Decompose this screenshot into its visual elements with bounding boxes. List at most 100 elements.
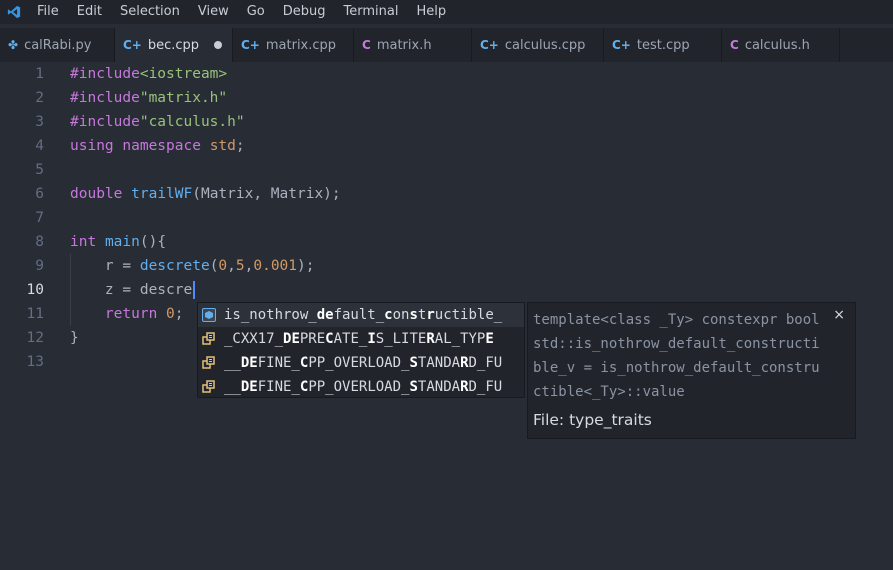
code-token: <iostream> [139, 66, 228, 82]
code-text: using namespace std; [70, 134, 245, 158]
label-segment: uctible_ [434, 307, 503, 323]
tab-test-cpp[interactable]: C+ test.cpp [604, 28, 722, 62]
tab-matrix-cpp[interactable]: C+ matrix.cpp [233, 28, 354, 62]
menu-file[interactable]: File [28, 0, 68, 24]
label-segment: FINE_ [257, 355, 300, 371]
code-token: (Matrix, Matrix); [192, 186, 341, 202]
line-number: 5 [35, 162, 44, 178]
code-token: ); [297, 258, 315, 274]
code-token: ; [174, 306, 184, 322]
label-segment: __ [224, 379, 241, 395]
code-line[interactable]: 4 using namespace std; [0, 134, 893, 158]
tab-bec-cpp[interactable]: C+ bec.cpp [115, 28, 233, 62]
label-segment: PP_OVERLOAD_ [308, 379, 410, 395]
label-segment: __ [224, 355, 241, 371]
menu-view[interactable]: View [189, 0, 238, 24]
match-highlight: s [409, 307, 418, 323]
text-cursor [193, 281, 196, 299]
tab-label: test.cpp [636, 37, 690, 53]
match-highlight: de [316, 307, 334, 323]
match-highlight: R [460, 355, 469, 371]
match-highlight: I [367, 331, 376, 347]
code-text: int main(){ [70, 230, 166, 254]
tab-label: bec.cpp [147, 37, 200, 53]
label-segment: TANDA [417, 379, 461, 395]
code-token: "matrix.h" [139, 90, 228, 106]
tab-label: calculus.cpp [504, 37, 586, 53]
code-text: return 0; [70, 302, 184, 326]
label-segment: D_FU [468, 379, 503, 395]
code-text: #include<iostream> [70, 62, 227, 86]
label-segment: AL_TYP [434, 331, 486, 347]
code-token: main [104, 234, 140, 250]
variable-icon [202, 308, 216, 322]
label-segment: PRE [299, 331, 326, 347]
menu-terminal[interactable]: Terminal [335, 0, 408, 24]
tab-calculus-cpp[interactable]: C+ calculus.cpp [472, 28, 604, 62]
code-text: double trailWF(Matrix, Matrix); [70, 182, 341, 206]
menu-edit[interactable]: Edit [68, 0, 111, 24]
code-token: (){ [139, 234, 167, 250]
code-line[interactable]: 8 int main(){ [0, 230, 893, 254]
menu-bar: File Edit Selection View Go Debug Terminal Help [0, 0, 893, 24]
cpp-icon: C+ [480, 38, 499, 52]
code-line[interactable]: 9 r = descrete(0,5,0.001); [0, 254, 893, 278]
suggest-widget: is_nothrow_default_constructible_ _CXX17_… [197, 302, 525, 398]
line-number: 6 [35, 186, 44, 202]
code-line[interactable]: 10 z = descre [0, 278, 893, 302]
suggest-details-panel: template<class _Ty> constexpr bool std::… [527, 302, 856, 439]
line-number: 13 [26, 354, 44, 370]
code-token: std [209, 138, 236, 154]
cpp-icon: C+ [241, 38, 260, 52]
code-line[interactable]: 1 #include<iostream> [0, 62, 893, 86]
tab-calculus-h[interactable]: Ccalculus.h [722, 28, 840, 62]
code-line[interactable]: 7 [0, 206, 893, 230]
constant-icon [202, 356, 216, 370]
suggestion-label: __DEFINE_CPP_OVERLOAD_STANDARD_FU [224, 351, 502, 375]
code-token: namespace [122, 138, 201, 154]
source-file-label: File: type_traits [533, 411, 652, 429]
code-text: #include"calculus.h" [70, 110, 245, 134]
code-token: r = [70, 258, 140, 274]
code-line[interactable]: 3 #include"calculus.h" [0, 110, 893, 134]
code-token: 0 [166, 306, 175, 322]
code-token: return [104, 306, 158, 322]
match-highlight: r [426, 307, 435, 323]
code-line[interactable]: 2 #include"matrix.h" [0, 86, 893, 110]
code-token: } [70, 330, 79, 346]
menu-debug[interactable]: Debug [274, 0, 335, 24]
line-number: 9 [35, 258, 44, 274]
vscode-logo-icon [0, 0, 28, 24]
code-token: 0.001 [253, 258, 298, 274]
line-number: 11 [26, 306, 44, 322]
menu-selection[interactable]: Selection [111, 0, 189, 24]
line-number: 4 [35, 138, 44, 154]
suggestion-item[interactable]: __DEFINE_CPP_OVERLOAD_STANDARD_FU [198, 375, 524, 399]
tab-label: matrix.h [376, 37, 432, 53]
code-token: #include [70, 90, 140, 106]
menu-go[interactable]: Go [238, 0, 274, 24]
match-highlight: DE [283, 331, 300, 347]
label-segment: ATE_ [333, 331, 368, 347]
line-number: 7 [35, 210, 44, 226]
suggestion-item[interactable]: is_nothrow_default_constructible_ [198, 303, 524, 327]
line-number: 10 [26, 282, 44, 298]
label-segment: _CXX17_ [224, 331, 284, 347]
code-token: trailWF [131, 186, 193, 202]
unsaved-dot-icon[interactable] [214, 41, 222, 49]
tab-calrabi-py[interactable]: ✤ calRabi.py [0, 28, 115, 62]
tab-bar: ✤ calRabi.py C+ bec.cpp C+ matrix.cpp Cmatrix.… [0, 28, 893, 62]
code-token: int [70, 234, 97, 250]
tab-matrix-h[interactable]: Cmatrix.h [354, 28, 472, 62]
code-token: 0 [218, 258, 228, 274]
suggestion-item[interactable]: __DEFINE_CPP_OVERLOAD_STANDARD_FU [198, 351, 524, 375]
menu-help[interactable]: Help [407, 0, 455, 24]
code-line[interactable]: 5 [0, 158, 893, 182]
close-icon[interactable]: × [833, 307, 845, 323]
code-token: "calculus.h" [139, 114, 245, 130]
code-line[interactable]: 6 double trailWF(Matrix, Matrix); [0, 182, 893, 206]
tab-label: matrix.cpp [265, 37, 337, 53]
suggestion-item[interactable]: _CXX17_DEPRECATE_IS_LITERAL_TYPE [198, 327, 524, 351]
label-segment: S_LITE [375, 331, 427, 347]
